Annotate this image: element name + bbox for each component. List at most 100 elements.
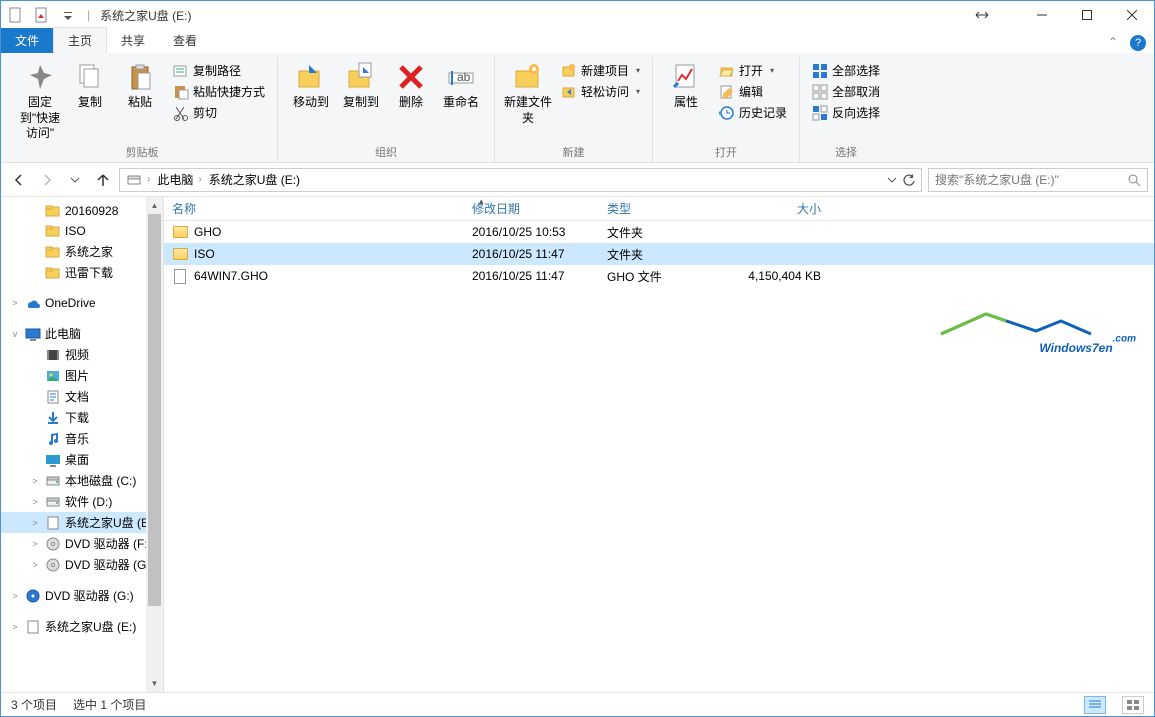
ribbon-group-new: 新建文件夹 新建项目▾ 轻松访问▾ 新建	[495, 57, 653, 162]
open-button[interactable]: 打开▾	[715, 61, 791, 80]
ribbon-group-select: 全部选择 全部取消 反向选择 选择	[800, 57, 892, 162]
minimize-button[interactable]	[1019, 1, 1064, 29]
invert-selection-button[interactable]: 反向选择	[808, 103, 884, 122]
copy-to-icon	[345, 61, 377, 93]
properties-icon	[670, 61, 702, 93]
pin-to-quick-button[interactable]: 固定到"快速访问"	[15, 57, 65, 142]
group-label-clipboard: 剪贴板	[126, 144, 159, 162]
tree-item[interactable]: >系统之家U盘 (E:)	[1, 512, 163, 533]
properties-button[interactable]: 属性	[661, 57, 711, 111]
tree-item[interactable]: >OneDrive	[1, 293, 163, 313]
sort-indicator-icon: ▴	[479, 197, 484, 207]
list-header: 名称 ▴ 修改日期 类型 大小	[164, 197, 1154, 221]
file-row[interactable]: GHO2016/10/25 10:53文件夹	[164, 221, 1154, 243]
statusbar: 3 个项目 选中 1 个项目	[1, 692, 1154, 716]
select-all-button[interactable]: 全部选择	[808, 61, 884, 80]
tree-item[interactable]: 音乐	[1, 428, 163, 449]
address-bar[interactable]: › 此电脑› 系统之家U盘 (E:)	[119, 168, 922, 192]
collapse-ribbon-button[interactable]: ⌃	[1100, 31, 1126, 53]
tree-item[interactable]: 20160928	[1, 201, 163, 221]
open-icon	[719, 63, 735, 79]
paste-shortcut-button[interactable]: 粘贴快捷方式	[169, 82, 269, 101]
easy-access-button[interactable]: 轻松访问▾	[557, 82, 644, 101]
tree-item[interactable]: 系统之家	[1, 241, 163, 262]
maximize-button[interactable]	[1064, 1, 1109, 29]
back-button[interactable]	[7, 168, 31, 192]
view-icons-button[interactable]	[1122, 696, 1144, 714]
col-header-date[interactable]: 修改日期	[464, 200, 599, 217]
recent-dropdown[interactable]	[63, 168, 87, 192]
rename-button[interactable]: ab重命名	[436, 57, 486, 111]
new-item-button[interactable]: 新建项目▾	[557, 61, 644, 80]
scroll-thumb[interactable]	[148, 214, 161, 606]
history-button[interactable]: 历史记录	[715, 103, 791, 122]
edit-button[interactable]: 编辑	[715, 82, 791, 101]
properties-icon[interactable]	[31, 4, 53, 26]
tree-item[interactable]: >软件 (D:)	[1, 491, 163, 512]
tree-item[interactable]: 迅雷下载	[1, 262, 163, 283]
dvd-icon	[45, 536, 61, 552]
scroll-up-button[interactable]: ▲	[146, 197, 163, 214]
tab-file[interactable]: 文件	[1, 28, 53, 53]
dvd-blue-icon	[25, 588, 41, 604]
new-doc-icon[interactable]	[5, 4, 27, 26]
tree-item[interactable]: >DVD 驱动器 (F:)	[1, 533, 163, 554]
pc-icon	[25, 326, 41, 342]
breadcrumb-item[interactable]: 此电脑›	[155, 171, 206, 188]
close-button[interactable]	[1109, 1, 1154, 29]
ribbon-group-open: 属性 打开▾ 编辑 历史记录 打开	[653, 57, 800, 162]
new-item-icon	[561, 63, 577, 79]
downloads-icon	[45, 410, 61, 426]
tree-item[interactable]: v此电脑	[1, 323, 163, 344]
tree-item[interactable]: 图片	[1, 365, 163, 386]
tree-item[interactable]: ISO	[1, 221, 163, 241]
col-header-name[interactable]: 名称	[164, 200, 464, 217]
tree-item[interactable]: >系统之家U盘 (E:)	[1, 616, 163, 637]
file-row[interactable]: 64WIN7.GHO2016/10/25 11:47GHO 文件4,150,40…	[164, 265, 1154, 287]
col-header-size[interactable]: 大小	[729, 200, 829, 217]
help-button[interactable]: ?	[1130, 35, 1146, 51]
file-row[interactable]: ISO2016/10/25 11:47文件夹	[164, 243, 1154, 265]
delete-button[interactable]: 删除	[386, 57, 436, 111]
tree-scrollbar[interactable]: ▲ ▼	[146, 197, 163, 692]
breadcrumb-item[interactable]: 系统之家U盘 (E:)	[207, 171, 302, 188]
status-selected: 选中 1 个项目	[73, 696, 146, 713]
tree-item[interactable]: 视频	[1, 344, 163, 365]
resize-icon[interactable]	[975, 8, 989, 22]
copy-to-button[interactable]: 复制到	[336, 57, 386, 111]
tab-home[interactable]: 主页	[53, 27, 107, 53]
new-folder-button[interactable]: 新建文件夹	[503, 57, 553, 126]
tree-item[interactable]: >DVD 驱动器 (G:)	[1, 585, 163, 606]
search-box[interactable]	[928, 168, 1148, 192]
tree-item[interactable]: >DVD 驱动器 (G:)	[1, 554, 163, 575]
paste-button[interactable]: 粘贴	[115, 57, 165, 111]
address-dropdown-icon[interactable]	[887, 175, 897, 185]
pictures-icon	[45, 368, 61, 384]
view-details-button[interactable]	[1084, 696, 1106, 714]
refresh-icon[interactable]	[901, 172, 917, 188]
page-icon	[25, 619, 41, 635]
select-none-button[interactable]: 全部取消	[808, 82, 884, 101]
tree-item[interactable]: >本地磁盘 (C:)	[1, 470, 163, 491]
status-count: 3 个项目	[11, 696, 57, 713]
copy-path-button[interactable]: 复制路径	[169, 61, 269, 80]
scroll-down-button[interactable]: ▼	[146, 675, 163, 692]
new-folder-icon	[512, 61, 544, 93]
select-none-icon	[812, 84, 828, 100]
copy-button[interactable]: 复制	[65, 57, 115, 111]
up-button[interactable]	[91, 168, 115, 192]
tree-item[interactable]: 下载	[1, 407, 163, 428]
forward-button[interactable]	[35, 168, 59, 192]
cut-button[interactable]: 剪切	[169, 103, 269, 122]
folder-icon	[45, 223, 61, 239]
dvd-icon	[45, 557, 61, 573]
tab-share[interactable]: 共享	[107, 28, 159, 53]
tab-view[interactable]: 查看	[159, 28, 211, 53]
tree-item[interactable]: 桌面	[1, 449, 163, 470]
drive-icon	[126, 172, 142, 188]
qat-dropdown-icon[interactable]	[57, 4, 79, 26]
col-header-type[interactable]: 类型	[599, 200, 729, 217]
tree-item[interactable]: 文档	[1, 386, 163, 407]
move-to-button[interactable]: 移动到	[286, 57, 336, 111]
search-input[interactable]	[935, 173, 1127, 187]
